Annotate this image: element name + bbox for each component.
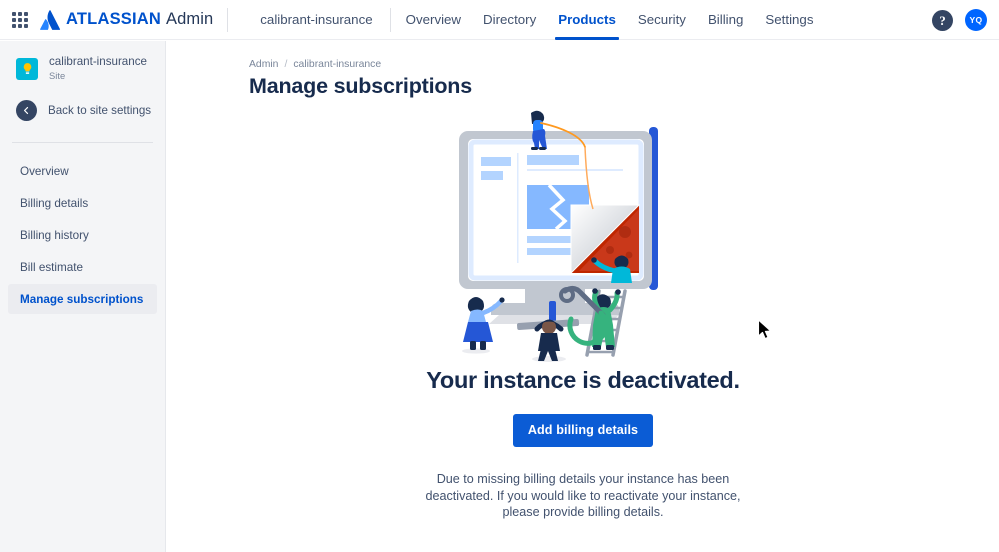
breadcrumb-site[interactable]: calibrant-insurance bbox=[293, 59, 381, 70]
breadcrumb: Admin / calibrant-insurance bbox=[167, 41, 999, 70]
page-title: Manage subscriptions bbox=[249, 74, 472, 98]
sidebar-item-billing-history[interactable]: Billing history bbox=[8, 220, 157, 250]
nav-site-name[interactable]: calibrant-insurance bbox=[249, 0, 385, 40]
grid-apps-icon[interactable] bbox=[8, 8, 32, 32]
nav-divider-2 bbox=[389, 7, 391, 32]
cta-container: Add billing details bbox=[167, 414, 999, 447]
nav-right-actions: ? YQ bbox=[932, 0, 987, 40]
illustration-person-blue-dress bbox=[462, 297, 505, 354]
sidebar-item-billing-details[interactable]: Billing details bbox=[8, 188, 157, 218]
sidebar-site-subtitle: Site bbox=[49, 70, 66, 81]
headline: Your instance is deactivated. bbox=[426, 367, 740, 393]
nav-item-overview[interactable]: Overview bbox=[395, 0, 472, 40]
nav-divider bbox=[227, 7, 229, 32]
nav-item-security[interactable]: Security bbox=[627, 0, 697, 40]
sidebar-item-bill-estimate[interactable]: Bill estimate bbox=[8, 252, 157, 282]
main-content: Admin / calibrant-insurance Manage subsc… bbox=[167, 41, 999, 552]
sidebar-divider bbox=[12, 142, 153, 143]
breadcrumb-admin[interactable]: Admin bbox=[249, 59, 278, 70]
breadcrumb-separator: / bbox=[284, 59, 288, 70]
admin-product-label: Admin bbox=[166, 10, 214, 28]
hero-illustration-area bbox=[167, 105, 999, 365]
arrow-left-circle-icon bbox=[16, 100, 37, 121]
add-billing-details-button[interactable]: Add billing details bbox=[512, 414, 654, 447]
deactivated-instance-illustration bbox=[459, 110, 658, 362]
nav-item-billing[interactable]: Billing bbox=[697, 0, 754, 40]
atlassian-admin-brand[interactable]: ATLASSIAN Admin bbox=[39, 9, 214, 30]
primary-nav: calibrant-insurance Overview Directory P… bbox=[249, 0, 824, 40]
nav-item-settings[interactable]: Settings bbox=[754, 0, 824, 40]
sidebar-item-manage-subscriptions[interactable]: Manage subscriptions bbox=[8, 284, 157, 314]
atlassian-logo-icon bbox=[39, 9, 61, 30]
atlassian-wordmark: ATLASSIAN bbox=[66, 10, 161, 28]
back-to-site-settings-label: Back to site settings bbox=[48, 104, 152, 117]
sidebar-site-header[interactable]: calibrant-insurance Site bbox=[0, 41, 165, 82]
sidebar-nav: Overview Billing details Billing history… bbox=[0, 156, 165, 314]
top-navigation-bar: ATLASSIAN Admin calibrant-insurance Over… bbox=[0, 0, 999, 40]
sidebar: calibrant-insurance Site Back to site se… bbox=[0, 41, 166, 552]
nav-item-products[interactable]: Products bbox=[547, 0, 627, 40]
sidebar-item-overview[interactable]: Overview bbox=[8, 156, 157, 186]
nav-item-directory[interactable]: Directory bbox=[472, 0, 547, 40]
sidebar-site-name: calibrant-insurance bbox=[49, 55, 147, 68]
lightbulb-site-icon bbox=[16, 57, 38, 80]
question-mark-icon[interactable]: ? bbox=[932, 9, 953, 31]
app-root: ATLASSIAN Admin calibrant-insurance Over… bbox=[0, 0, 999, 552]
avatar[interactable]: YQ bbox=[965, 9, 987, 31]
back-to-site-settings-button[interactable]: Back to site settings bbox=[0, 82, 165, 121]
sidebar-site-texts: calibrant-insurance Site bbox=[49, 55, 147, 82]
explanation-text: Due to missing billing details your inst… bbox=[425, 472, 741, 519]
